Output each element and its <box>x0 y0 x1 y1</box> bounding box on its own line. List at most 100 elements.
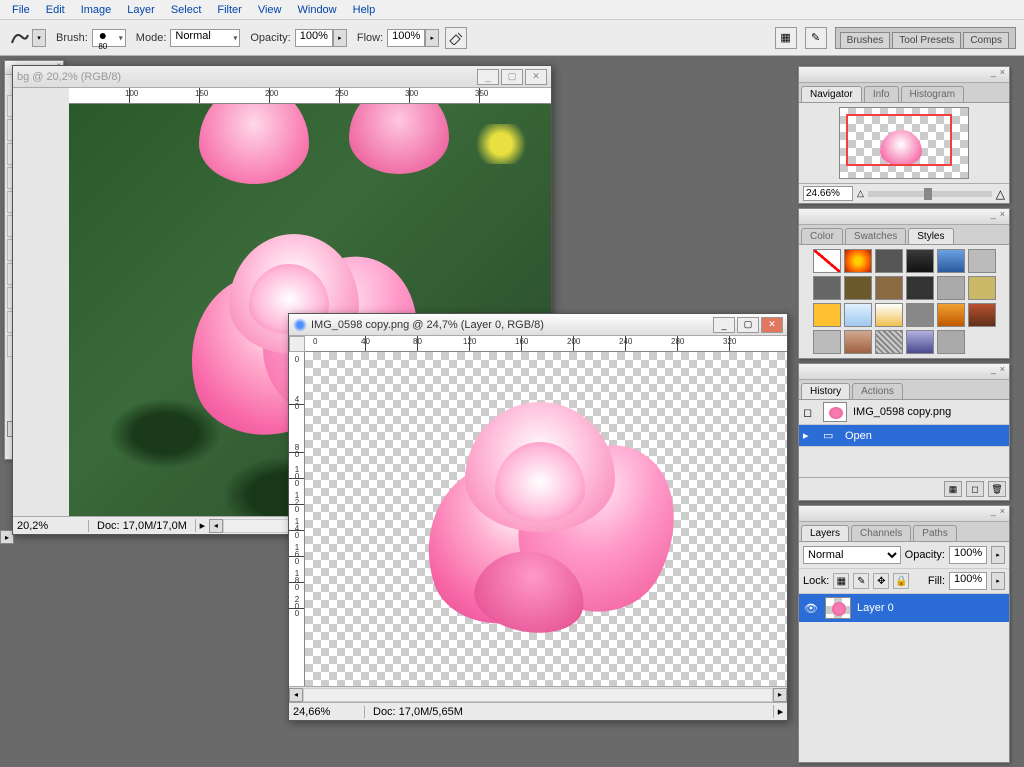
style-swatch[interactable] <box>906 276 934 300</box>
doc1-ruler-h[interactable]: 100 150 200 250 300 350 <box>69 88 551 104</box>
style-swatch[interactable] <box>968 249 996 273</box>
flow-value[interactable]: 100% <box>387 29 425 47</box>
zoom-out-icon[interactable]: △ <box>857 188 864 199</box>
style-swatch[interactable] <box>844 276 872 300</box>
layer-visibility-icon[interactable]: 👁 <box>803 600 819 616</box>
tab-swatches[interactable]: Swatches <box>845 228 906 244</box>
doc2-titlebar[interactable]: IMG_0598 copy.png @ 24,7% (Layer 0, RGB/… <box>289 314 787 336</box>
menu-file[interactable]: File <box>4 2 38 18</box>
menu-help[interactable]: Help <box>345 2 384 18</box>
flow-menu[interactable]: ▸ <box>425 29 439 47</box>
panel-close-icon[interactable]: × <box>1000 364 1005 379</box>
history-step-open[interactable]: ▸ ▭ Open <box>799 425 1009 447</box>
style-swatch[interactable] <box>813 276 841 300</box>
blend-mode-select[interactable]: Normal▾ <box>170 29 240 47</box>
doc1-scroll-left[interactable]: ◂ <box>209 519 223 533</box>
new-snapshot-icon[interactable]: ◻ <box>966 481 984 497</box>
history-snapshot[interactable]: ◻ IMG_0598 copy.png <box>799 400 1009 425</box>
panel-collapse-icon[interactable]: _ <box>991 364 996 379</box>
doc2-close[interactable]: ✕ <box>761 317 783 333</box>
tab-actions[interactable]: Actions <box>852 383 903 399</box>
history-brush-source-icon[interactable]: ◻ <box>803 406 817 419</box>
panel-collapse-icon[interactable]: _ <box>991 506 996 521</box>
zoom-in-icon[interactable]: △ <box>996 187 1005 201</box>
doc1-minimize[interactable]: _ <box>477 69 499 85</box>
doc1-titlebar[interactable]: bg @ 20,2% (RGB/8) _ ▢ ✕ <box>13 66 551 88</box>
tab-navigator[interactable]: Navigator <box>801 86 862 102</box>
style-swatch[interactable] <box>813 330 841 354</box>
doc2-minimize[interactable]: _ <box>713 317 735 333</box>
menu-select[interactable]: Select <box>163 2 210 18</box>
style-swatch[interactable] <box>906 303 934 327</box>
layer-fill-menu[interactable]: ▸ <box>991 572 1005 590</box>
style-swatch[interactable] <box>968 276 996 300</box>
style-swatch[interactable] <box>875 303 903 327</box>
style-swatch[interactable] <box>906 330 934 354</box>
layer-name[interactable]: Layer 0 <box>857 602 894 614</box>
panel-collapse-icon[interactable]: _ <box>991 67 996 82</box>
style-swatch[interactable] <box>937 249 965 273</box>
menu-view[interactable]: View <box>250 2 290 18</box>
menu-layer[interactable]: Layer <box>119 2 163 18</box>
menu-edit[interactable]: Edit <box>38 2 73 18</box>
layer-opacity-menu[interactable]: ▸ <box>991 546 1005 564</box>
doc1-status-menu[interactable]: ▸ <box>195 519 209 532</box>
lock-position-icon[interactable]: ✥ <box>873 573 889 589</box>
doc2-scroll-right[interactable]: ▸ <box>773 688 787 702</box>
layer-opacity[interactable]: 100% <box>949 546 987 564</box>
menu-filter[interactable]: Filter <box>209 2 249 18</box>
well-tab-toolpresets[interactable]: Tool Presets <box>892 32 961 48</box>
style-swatch[interactable] <box>875 276 903 300</box>
panel-close-icon[interactable]: × <box>1000 209 1005 224</box>
doc2-ruler-v[interactable]: 0 40 80 100 120 140 160 180 200 <box>289 352 305 686</box>
doc2-scroll-left[interactable]: ◂ <box>289 688 303 702</box>
tab-channels[interactable]: Channels <box>851 525 911 541</box>
doc2-maximize[interactable]: ▢ <box>737 317 759 333</box>
opacity-menu[interactable]: ▸ <box>333 29 347 47</box>
airbrush-toggle[interactable] <box>445 27 467 49</box>
layer-fill[interactable]: 100% <box>949 572 987 590</box>
menu-window[interactable]: Window <box>290 2 345 18</box>
file-browser-icon[interactable]: ✎ <box>805 27 827 49</box>
style-swatch[interactable] <box>844 303 872 327</box>
lock-all-icon[interactable]: 🔒 <box>893 573 909 589</box>
toggle-palettes-icon[interactable]: ▦ <box>775 27 797 49</box>
navigator-preview[interactable] <box>839 107 969 179</box>
doc1-maximize[interactable]: ▢ <box>501 69 523 85</box>
tab-histogram[interactable]: Histogram <box>901 86 965 102</box>
doc2-scroll-track[interactable] <box>303 688 773 702</box>
doc1-close[interactable]: ✕ <box>525 69 547 85</box>
style-swatch[interactable] <box>813 303 841 327</box>
style-swatch[interactable] <box>906 249 934 273</box>
style-swatch[interactable] <box>844 330 872 354</box>
tab-color[interactable]: Color <box>801 228 843 244</box>
brush-picker[interactable]: ● 80 ▾ <box>92 29 126 47</box>
doc2-scrollbar-h[interactable]: ◂ ▸ <box>289 686 787 702</box>
opacity-value[interactable]: 100% <box>295 29 333 47</box>
tab-layers[interactable]: Layers <box>801 525 849 541</box>
panel-close-icon[interactable]: × <box>1000 506 1005 521</box>
well-tab-brushes[interactable]: Brushes <box>840 32 891 48</box>
navigator-viewport[interactable] <box>846 114 952 166</box>
well-tab-comps[interactable]: Comps <box>963 32 1009 48</box>
style-swatch[interactable] <box>937 303 965 327</box>
style-swatch[interactable] <box>875 249 903 273</box>
navigator-zoom-slider[interactable] <box>868 191 992 197</box>
panel-close-icon[interactable]: × <box>1000 67 1005 82</box>
doc2-ruler-h[interactable]: 0 40 80 120 160 200 240 280 320 <box>305 336 787 352</box>
tab-styles[interactable]: Styles <box>908 228 953 244</box>
new-doc-from-state-icon[interactable]: ▦ <box>944 481 962 497</box>
style-none[interactable] <box>813 249 841 273</box>
tab-paths[interactable]: Paths <box>913 525 957 541</box>
style-swatch[interactable] <box>937 330 965 354</box>
style-swatch[interactable] <box>875 330 903 354</box>
doc2-zoom-field[interactable]: 24,66% <box>289 706 365 718</box>
navigator-zoom-field[interactable]: 24.66% <box>803 186 853 201</box>
lock-transparency-icon[interactable]: ▦ <box>833 573 849 589</box>
doc2-status-menu[interactable]: ▸ <box>773 705 787 718</box>
tool-preset-picker[interactable] <box>8 27 32 49</box>
style-swatch[interactable] <box>968 303 996 327</box>
layer-row-0[interactable]: 👁 Layer 0 <box>799 594 1009 622</box>
tab-history[interactable]: History <box>801 383 850 399</box>
menu-image[interactable]: Image <box>73 2 120 18</box>
